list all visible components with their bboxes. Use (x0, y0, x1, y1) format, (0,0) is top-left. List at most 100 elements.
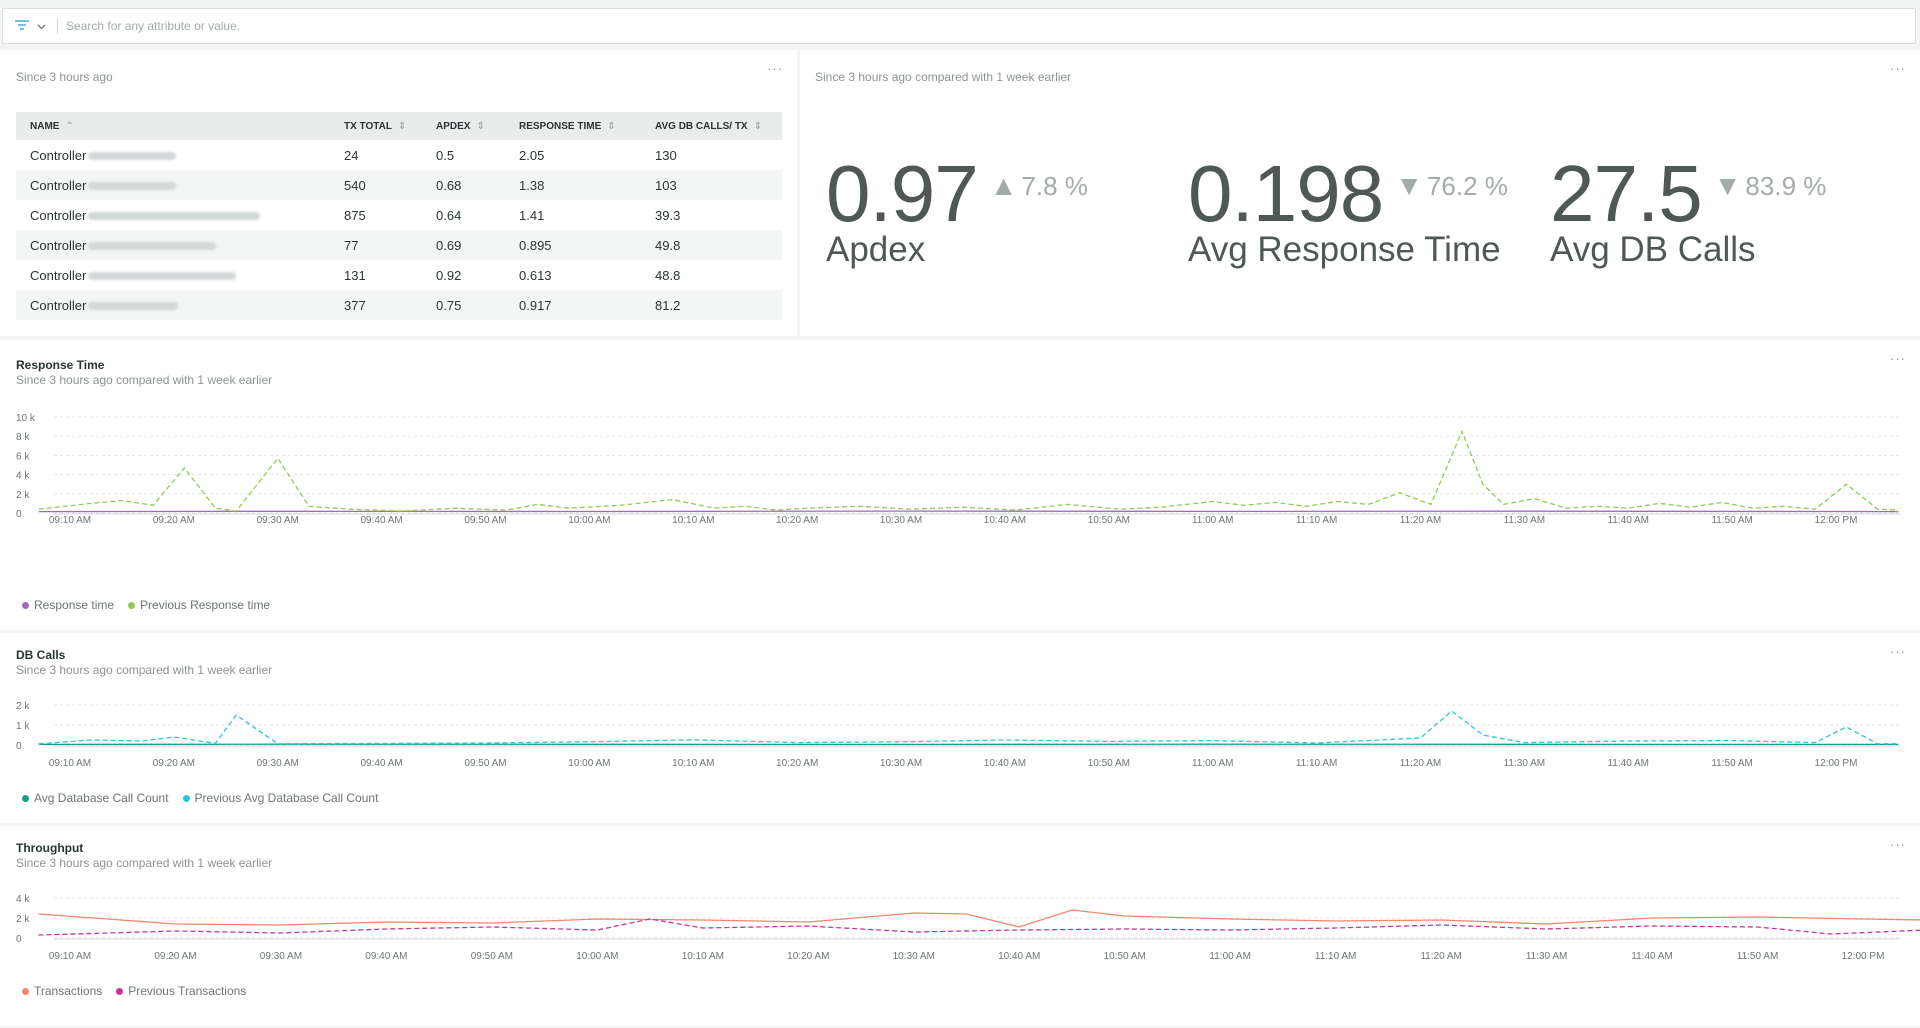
more-menu-icon[interactable]: ··· (1890, 645, 1906, 658)
trend-down-icon: ▼ (1395, 170, 1423, 201)
table-row[interactable]: Controller 377 0.75 0.917 81.2 (16, 290, 782, 320)
series-line-previous-transactions[interactable] (38, 918, 1920, 936)
chart-subtitle: Since 3 hours ago compared with 1 week e… (16, 373, 273, 387)
legend-item-previous-transactions[interactable]: Previous Transactions (116, 984, 246, 998)
sort-ascending-icon: ⌃ (65, 120, 74, 132)
cell-apdex: 0.75 (422, 290, 505, 320)
x-tick-label: 09:40 AM (361, 758, 403, 769)
table-row[interactable]: Controller 540 0.68 1.38 103 (16, 170, 782, 200)
y-tick-label: 0 (16, 509, 22, 520)
x-tick-label: 11:00 AM (1209, 951, 1251, 962)
legend-item-response-time[interactable]: Response time (22, 598, 114, 612)
cell-response-time: 2.05 (519, 147, 545, 163)
column-header-response-time[interactable]: RESPONSE TIME ⇕ (505, 112, 641, 140)
legend-item-previous-avg-db-call-count[interactable]: Previous Avg Database Call Count (182, 791, 379, 805)
legend-label: Previous Avg Database Call Count (194, 791, 379, 805)
avg-db-calls-change: ▼ 83.9 % (1714, 170, 1827, 202)
redacted-text (88, 212, 261, 221)
column-header-name[interactable]: NAME ⌃ (16, 112, 330, 140)
column-header-apdex[interactable]: APDEX ⇕ (422, 112, 505, 140)
sort-icon: ⇕ (607, 120, 616, 132)
y-tick-label: 2 k (16, 914, 30, 925)
legend-dot (22, 987, 29, 995)
legend-label: Avg Database Call Count (34, 791, 169, 805)
redacted-text (88, 242, 217, 251)
x-tick-label: 10:30 AM (893, 951, 935, 962)
more-menu-icon[interactable]: ··· (767, 62, 783, 75)
x-tick-label: 11:10 AM (1315, 951, 1357, 962)
x-tick-label: 11:40 AM (1607, 758, 1649, 769)
x-tick-label: 11:10 AM (1296, 758, 1338, 769)
legend-dot (128, 601, 136, 609)
chart-title: Response Time (16, 358, 105, 372)
y-tick-label: 2 k (16, 701, 30, 712)
x-tick-label: 09:20 AM (153, 758, 195, 769)
cell-name: Controller (16, 170, 330, 200)
x-tick-label: 10:20 AM (776, 758, 818, 769)
name-text: Controller (30, 177, 87, 193)
sort-icon: ⇕ (397, 120, 407, 132)
avg-db-calls-label: Avg DB Calls (1550, 230, 1756, 269)
x-tick-label: 09:20 AM (154, 951, 196, 962)
x-tick-label: 10:20 AM (776, 515, 818, 525)
y-tick-label: 4 k (16, 894, 30, 905)
series-line-previous-avg-database-call-count[interactable] (38, 710, 1899, 745)
legend-item-previous-response-time[interactable]: Previous Response time (128, 598, 270, 612)
x-tick-label: 10:30 AM (880, 515, 922, 525)
filter-button[interactable] (3, 9, 57, 43)
y-tick-label: 1 k (16, 721, 30, 732)
name-text: Controller (30, 267, 87, 283)
x-tick-label: 09:30 AM (257, 758, 299, 769)
x-tick-label: 11:50 AM (1711, 515, 1753, 525)
legend-item-avg-db-call-count[interactable]: Avg Database Call Count (22, 791, 169, 805)
column-header-avg-db-calls[interactable]: AVG DB CALLS/ TX ⇕ (641, 112, 782, 140)
x-tick-label: 11:20 AM (1400, 758, 1442, 769)
x-tick-label: 09:10 AM (49, 515, 91, 525)
x-tick-label: 10:40 AM (984, 758, 1026, 769)
x-tick-label: 10:20 AM (787, 951, 829, 962)
avg-response-time-value: 0.198 (1188, 149, 1384, 238)
avg-db-calls-billboard: 27.5 ▼ 83.9 % Avg DB Calls (1550, 154, 1826, 270)
cell-avg-db-calls: 103 (641, 170, 782, 200)
redacted-text (88, 152, 177, 161)
y-tick-label: 10 k (16, 413, 36, 424)
trend-down-icon: ▼ (1713, 170, 1742, 201)
cell-apdex: 0.92 (436, 267, 462, 283)
table-row[interactable]: Controller 77 0.69 0.895 49.8 (16, 230, 782, 260)
cell-name: Controller (16, 230, 330, 260)
name-text: Controller (30, 207, 87, 223)
y-tick-label: 4 k (16, 471, 30, 482)
x-tick-label: 10:40 AM (984, 515, 1026, 525)
x-tick-label: 11:00 AM (1192, 515, 1234, 525)
table-row[interactable]: Controller 24 0.5 2.05 130 (16, 140, 782, 170)
avg-response-time-change: ▼ 76.2 % (1395, 170, 1508, 202)
series-line-previous-response-time[interactable] (38, 429, 1899, 512)
throughput-chart-card: Throughput Since 3 hours ago compared wi… (0, 826, 1920, 1026)
x-tick-label: 10:40 AM (998, 951, 1040, 962)
chart-legend: Transactions Previous Transactions (22, 984, 246, 998)
redacted-text (88, 182, 177, 191)
more-menu-icon[interactable]: ··· (1890, 352, 1906, 365)
x-tick-label: 11:40 AM (1631, 951, 1673, 962)
series-line-response-time[interactable] (38, 510, 1899, 513)
cell-apdex: 0.68 (422, 170, 505, 200)
x-tick-label: 11:20 AM (1420, 951, 1462, 962)
transactions-table: NAME ⌃ TX TOTAL ⇕ APDEX ⇕ RESPONSE TIME ⇕ AV… (16, 112, 782, 320)
search-input[interactable] (58, 11, 1915, 41)
more-menu-icon[interactable]: ··· (1890, 62, 1906, 75)
cell-apdex: 0.64 (436, 207, 462, 223)
cell-response-time: 1.41 (519, 207, 545, 223)
x-tick-label: 11:00 AM (1192, 758, 1234, 769)
more-menu-icon[interactable]: ··· (1890, 838, 1906, 851)
x-tick-label: 10:10 AM (672, 758, 714, 769)
x-tick-label: 10:00 AM (568, 758, 610, 769)
table-row[interactable]: Controller 131 0.92 0.613 48.8 (16, 260, 782, 290)
x-tick-label: 10:00 AM (576, 951, 618, 962)
cell-tx-total: 875 (344, 207, 366, 223)
x-tick-label: 11:30 AM (1504, 515, 1546, 525)
change-text: 83.9 % (1745, 171, 1827, 201)
column-header-tx-total[interactable]: TX TOTAL ⇕ (330, 112, 422, 140)
table-row[interactable]: Controller 875 0.64 1.41 39.3 (16, 200, 782, 230)
y-tick-label: 2 k (16, 490, 30, 501)
legend-item-transactions[interactable]: Transactions (22, 984, 102, 998)
